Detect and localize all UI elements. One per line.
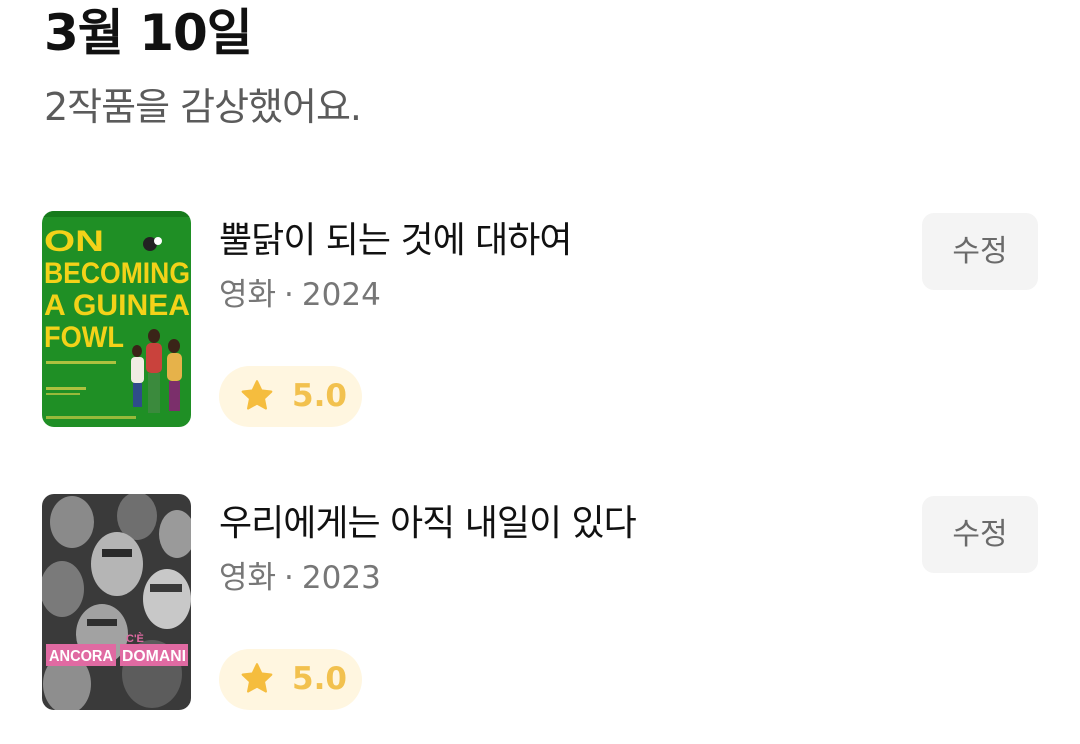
rating-score: 5.0: [292, 378, 347, 414]
star-icon: [241, 663, 273, 693]
poster-title-line: ANCORA: [49, 648, 113, 665]
poster-title-line: FOWL: [44, 321, 124, 354]
poster-tagline-strip: [42, 211, 191, 217]
movie-poster[interactable]: ON BECOMING A GUINEA FOWL: [42, 211, 191, 427]
poster-credits-line: [46, 416, 136, 419]
media-type: 영화: [219, 560, 277, 596]
poster-title-line: DOMANI: [122, 648, 186, 665]
poster-image: ANCORA C'È DOMANI: [42, 494, 191, 710]
movie-poster[interactable]: ANCORA C'È DOMANI: [42, 494, 191, 710]
poster-credits-line: [46, 361, 116, 364]
edit-button[interactable]: 수정: [922, 213, 1038, 290]
rating-badge: 5.0: [219, 649, 362, 710]
poster-credits-line: [46, 387, 86, 390]
rating-badge: 5.0: [219, 366, 362, 427]
meta-separator: ·: [284, 560, 294, 596]
poster-title-line: ON: [44, 225, 104, 258]
movie-title[interactable]: 우리에게는 아직 내일이 있다: [219, 498, 637, 550]
poster-image: ON BECOMING A GUINEA FOWL: [42, 211, 191, 427]
list-item[interactable]: ANCORA C'È DOMANI 우리에게는 아직 내일이 있다 영화 · 202…: [0, 494, 1080, 710]
movie-meta: 영화 · 2023: [219, 556, 381, 600]
viewing-history-page: 3월 10일 2작품을 감상했어요. ON BECOMING A GUINEA …: [0, 0, 1080, 744]
list-item[interactable]: ON BECOMING A GUINEA FOWL 뿔닭이 되는 것에 대하여 …: [0, 211, 1080, 427]
poster-credits-line: [46, 393, 80, 395]
date-heading: 3월 10일: [44, 4, 253, 62]
release-year: 2023: [301, 560, 381, 596]
poster-title-line: C'È: [126, 632, 144, 645]
watch-summary: 2작품을 감상했어요.: [44, 85, 362, 129]
movie-meta: 영화 · 2024: [219, 273, 381, 317]
movie-title[interactable]: 뿔닭이 되는 것에 대하여: [219, 215, 573, 267]
rating-score: 5.0: [292, 661, 347, 697]
poster-title-line: A GUINEA: [44, 289, 190, 322]
edit-button[interactable]: 수정: [922, 496, 1038, 573]
poster-title-line: BECOMING: [44, 257, 190, 290]
media-type: 영화: [219, 277, 277, 313]
meta-separator: ·: [284, 277, 294, 313]
star-icon: [241, 380, 273, 410]
release-year: 2024: [301, 277, 381, 313]
